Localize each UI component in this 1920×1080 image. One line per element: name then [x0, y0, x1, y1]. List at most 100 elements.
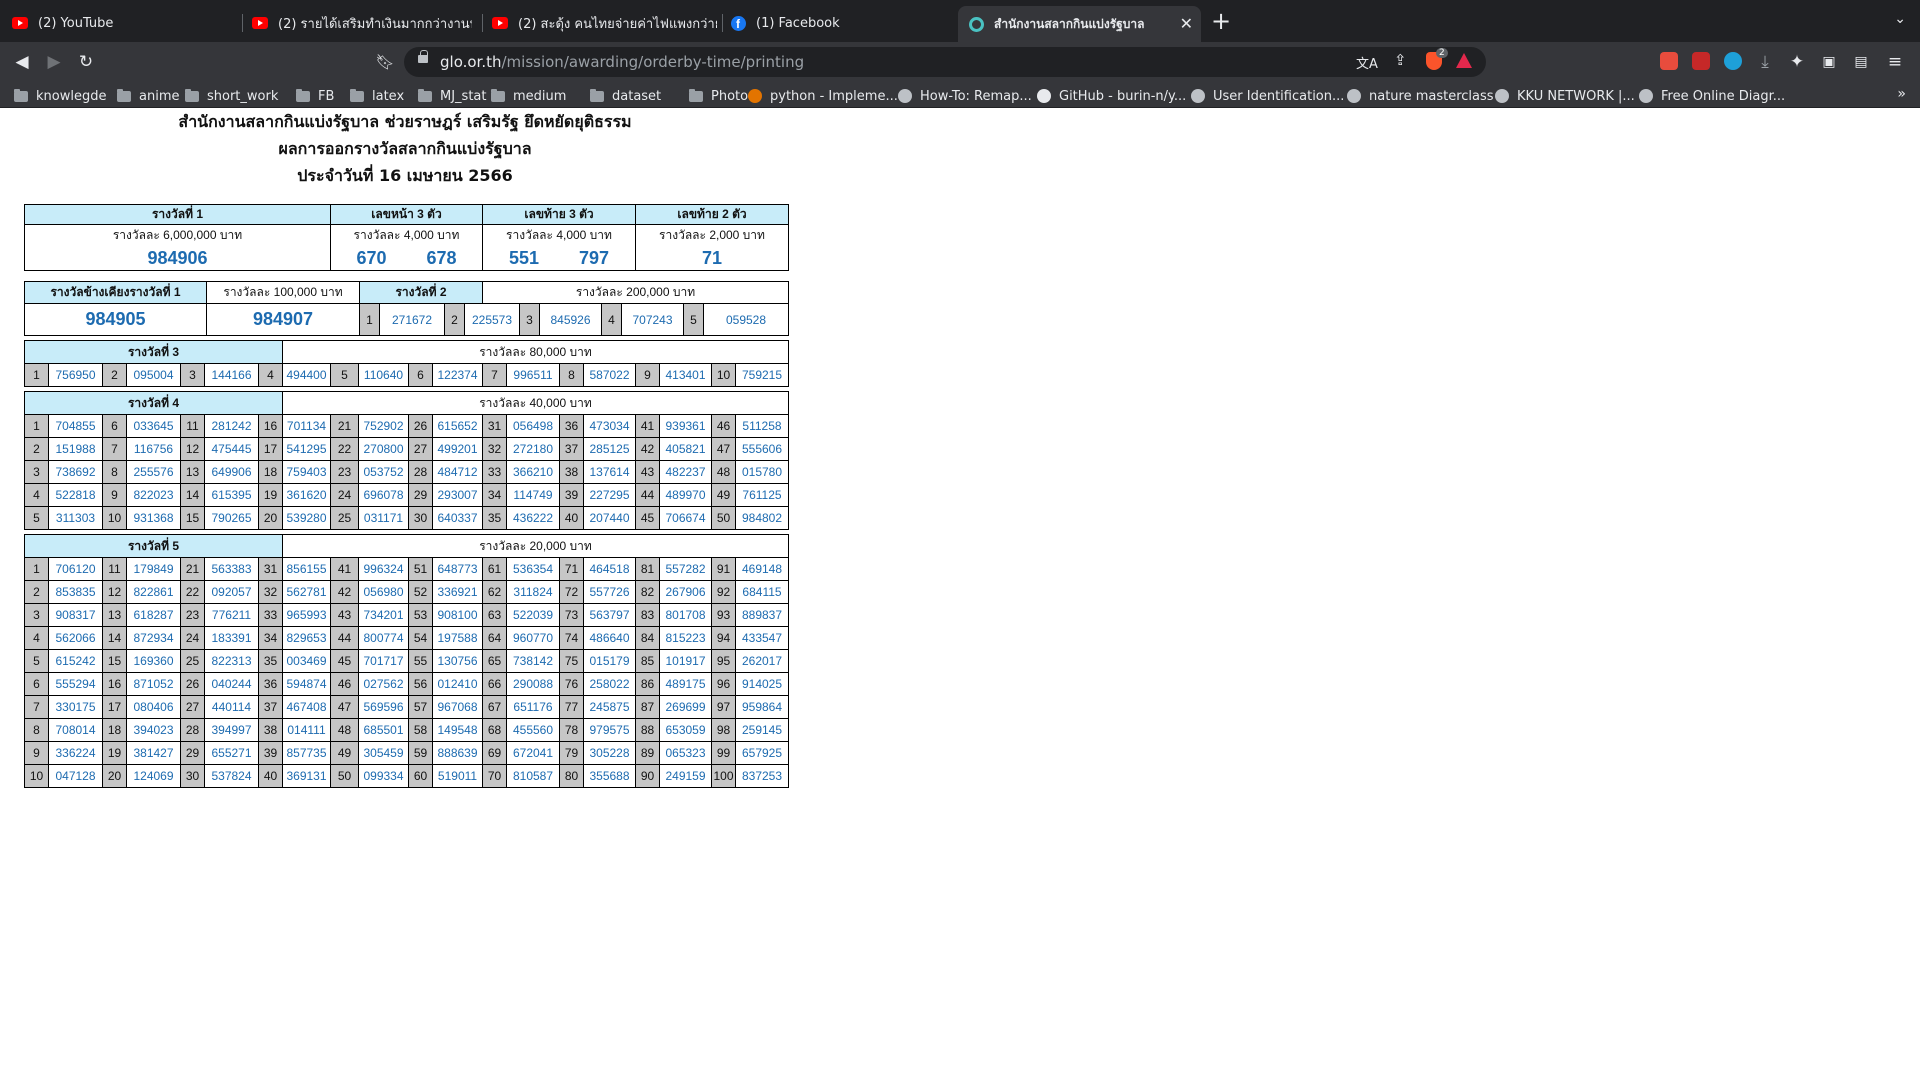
- menu-icon[interactable]: ≡: [1884, 51, 1906, 73]
- tab-title: (2) รายได้เสริมทำเงินมากกว่างานประจำ: [278, 16, 472, 32]
- bookmark-folder[interactable]: knowlegde: [14, 87, 106, 105]
- wallet-icon[interactable]: ▤: [1850, 51, 1872, 73]
- facebook-icon: f: [730, 15, 746, 31]
- bookmark-folder[interactable]: FB: [296, 87, 334, 105]
- bookmark-label: latex: [372, 88, 405, 104]
- prize-5-number: 015179: [583, 649, 636, 673]
- side-number: 984905: [24, 303, 207, 336]
- bookmark-site[interactable]: How-To: Remap...: [898, 87, 1032, 105]
- index-cell: 16: [258, 414, 283, 438]
- brave-rewards-icon[interactable]: [1456, 53, 1472, 68]
- index-cell: 27: [408, 437, 433, 461]
- bookmark-site[interactable]: KKU NETWORK |...: [1495, 87, 1635, 105]
- prize-5-number: 738142: [506, 649, 560, 673]
- prize-4-number: 436222: [506, 506, 560, 530]
- extension-icon-3[interactable]: [1724, 52, 1742, 70]
- index-cell: 33: [258, 603, 283, 627]
- prize-2-number: 225573: [464, 303, 520, 336]
- tab-youtube-extra-income[interactable]: (2) รายได้เสริมทำเงินมากกว่างานประจำ: [252, 8, 472, 38]
- index-cell: 1: [24, 557, 49, 581]
- extensions-puzzle-icon[interactable]: ✦: [1786, 51, 1808, 73]
- bookmark-site[interactable]: python - Impleme...: [748, 87, 898, 105]
- prize-2-number: 845926: [539, 303, 602, 336]
- url-text[interactable]: glo.or.th/mission/awarding/orderby-time/…: [440, 53, 804, 71]
- index-cell: 36: [258, 672, 283, 696]
- bookmark-label: How-To: Remap...: [920, 88, 1032, 104]
- index-cell: 32: [482, 437, 507, 461]
- bookmark-site[interactable]: User Identification...: [1191, 87, 1344, 105]
- prize-5-number: 183391: [204, 626, 259, 650]
- index-cell: 71: [559, 557, 584, 581]
- bookmark-folder[interactable]: MJ_stat: [418, 87, 486, 105]
- index-cell: 18: [258, 460, 283, 484]
- prize-4-number: 511258: [735, 414, 789, 438]
- bookmark-folder[interactable]: latex: [350, 87, 404, 105]
- reload-icon[interactable]: ↻: [75, 51, 97, 73]
- index-cell: 12: [102, 580, 127, 604]
- share-icon[interactable]: ⇪: [1394, 51, 1407, 69]
- index-cell: 8: [24, 718, 49, 742]
- prize-5-number: 149548: [432, 718, 483, 742]
- prize-5-number: 618287: [126, 603, 181, 627]
- download-icon[interactable]: ⤓: [1754, 51, 1776, 73]
- prize-5-number: 381427: [126, 741, 181, 765]
- bookmark-icon[interactable]: 🔖︎: [374, 51, 396, 73]
- translate-icon[interactable]: 文A: [1356, 53, 1378, 72]
- prize-4-number: 761125: [735, 483, 789, 507]
- tab-title: สำนักงานสลากกินแบ่งรัฐบาล: [994, 16, 1145, 31]
- prize-4-number: 984802: [735, 506, 789, 530]
- prize-numbers: 71: [702, 248, 722, 269]
- tab-youtube-electricity[interactable]: (2) สะดุ้ง คนไทยจ่ายค่าไฟแพงกว่ายุโรป: [492, 8, 717, 38]
- forward-icon[interactable]: ▶: [43, 51, 65, 73]
- bookmark-folder[interactable]: medium: [491, 87, 566, 105]
- index-cell: 93: [711, 603, 736, 627]
- prize-4-number: 311303: [48, 506, 103, 530]
- prize-5-number: 594874: [282, 672, 331, 696]
- index-cell: 42: [635, 437, 660, 461]
- index-cell: 14: [102, 626, 127, 650]
- prize-5-number: 648773: [432, 557, 483, 581]
- index-cell: 86: [635, 672, 660, 696]
- prize-4-number: 499201: [432, 437, 483, 461]
- tab-youtube[interactable]: (2) YouTube: [12, 8, 232, 38]
- prize-5-number: 245875: [583, 695, 636, 719]
- index-cell: 85: [635, 649, 660, 673]
- address-bar[interactable]: glo.or.th/mission/awarding/orderby-time/…: [404, 47, 1486, 77]
- index-cell: 60: [408, 764, 433, 788]
- tab-close-icon[interactable]: ✕: [1180, 14, 1193, 33]
- prize-4-number: 473034: [583, 414, 636, 438]
- bookmark-folder[interactable]: anime: [117, 87, 179, 105]
- index-cell: 38: [559, 460, 584, 484]
- bookmark-site[interactable]: Free Online Diagr...: [1639, 87, 1785, 105]
- prize-4-amount: รางวัลละ 40,000 บาท: [282, 391, 789, 415]
- bookmark-folder[interactable]: short_work: [185, 87, 278, 105]
- more-bookmarks-icon[interactable]: »: [1897, 86, 1906, 102]
- index-cell: 65: [482, 649, 507, 673]
- tab-search-chevron-icon[interactable]: ⌄: [1894, 11, 1906, 27]
- back-icon[interactable]: ◀: [11, 51, 33, 73]
- prize-4-number: 482237: [659, 460, 712, 484]
- prize-5-number: 829653: [282, 626, 331, 650]
- sidebar-icon[interactable]: ▣: [1818, 51, 1840, 73]
- bookmark-label: GitHub - burin-n/y...: [1059, 88, 1187, 104]
- prize-4-number: 361620: [282, 483, 331, 507]
- bookmark-folder[interactable]: Photo: [689, 87, 748, 105]
- winning-number: 551: [508, 247, 539, 268]
- bookmarks-bar: knowlegde anime short_work FB latex MJ_stat me…: [0, 83, 1920, 108]
- tab-facebook[interactable]: f (1) Facebook: [730, 8, 950, 38]
- bookmark-folder[interactable]: dataset: [590, 87, 661, 105]
- prize-3-number: 587022: [583, 363, 636, 387]
- tab-glo-active[interactable]: สำนักงานสลากกินแบ่งรัฐบาล ✕: [958, 6, 1201, 42]
- new-tab-button[interactable]: +: [1211, 9, 1231, 33]
- index-cell: 2: [444, 303, 465, 336]
- index-cell: 57: [408, 695, 433, 719]
- prize-4-number: 031171: [358, 506, 409, 530]
- index-cell: 16: [102, 672, 127, 696]
- extension-icon-2[interactable]: [1692, 52, 1710, 70]
- index-cell: 89: [635, 741, 660, 765]
- extension-icon-1[interactable]: [1660, 52, 1678, 70]
- bookmark-site[interactable]: GitHub - burin-n/y...: [1037, 87, 1186, 105]
- bookmark-site[interactable]: nature masterclass: [1347, 87, 1494, 105]
- prize-4-number: 137614: [583, 460, 636, 484]
- prize-1-box: รางวัลละ 6,000,000 บาท 984906: [24, 224, 331, 271]
